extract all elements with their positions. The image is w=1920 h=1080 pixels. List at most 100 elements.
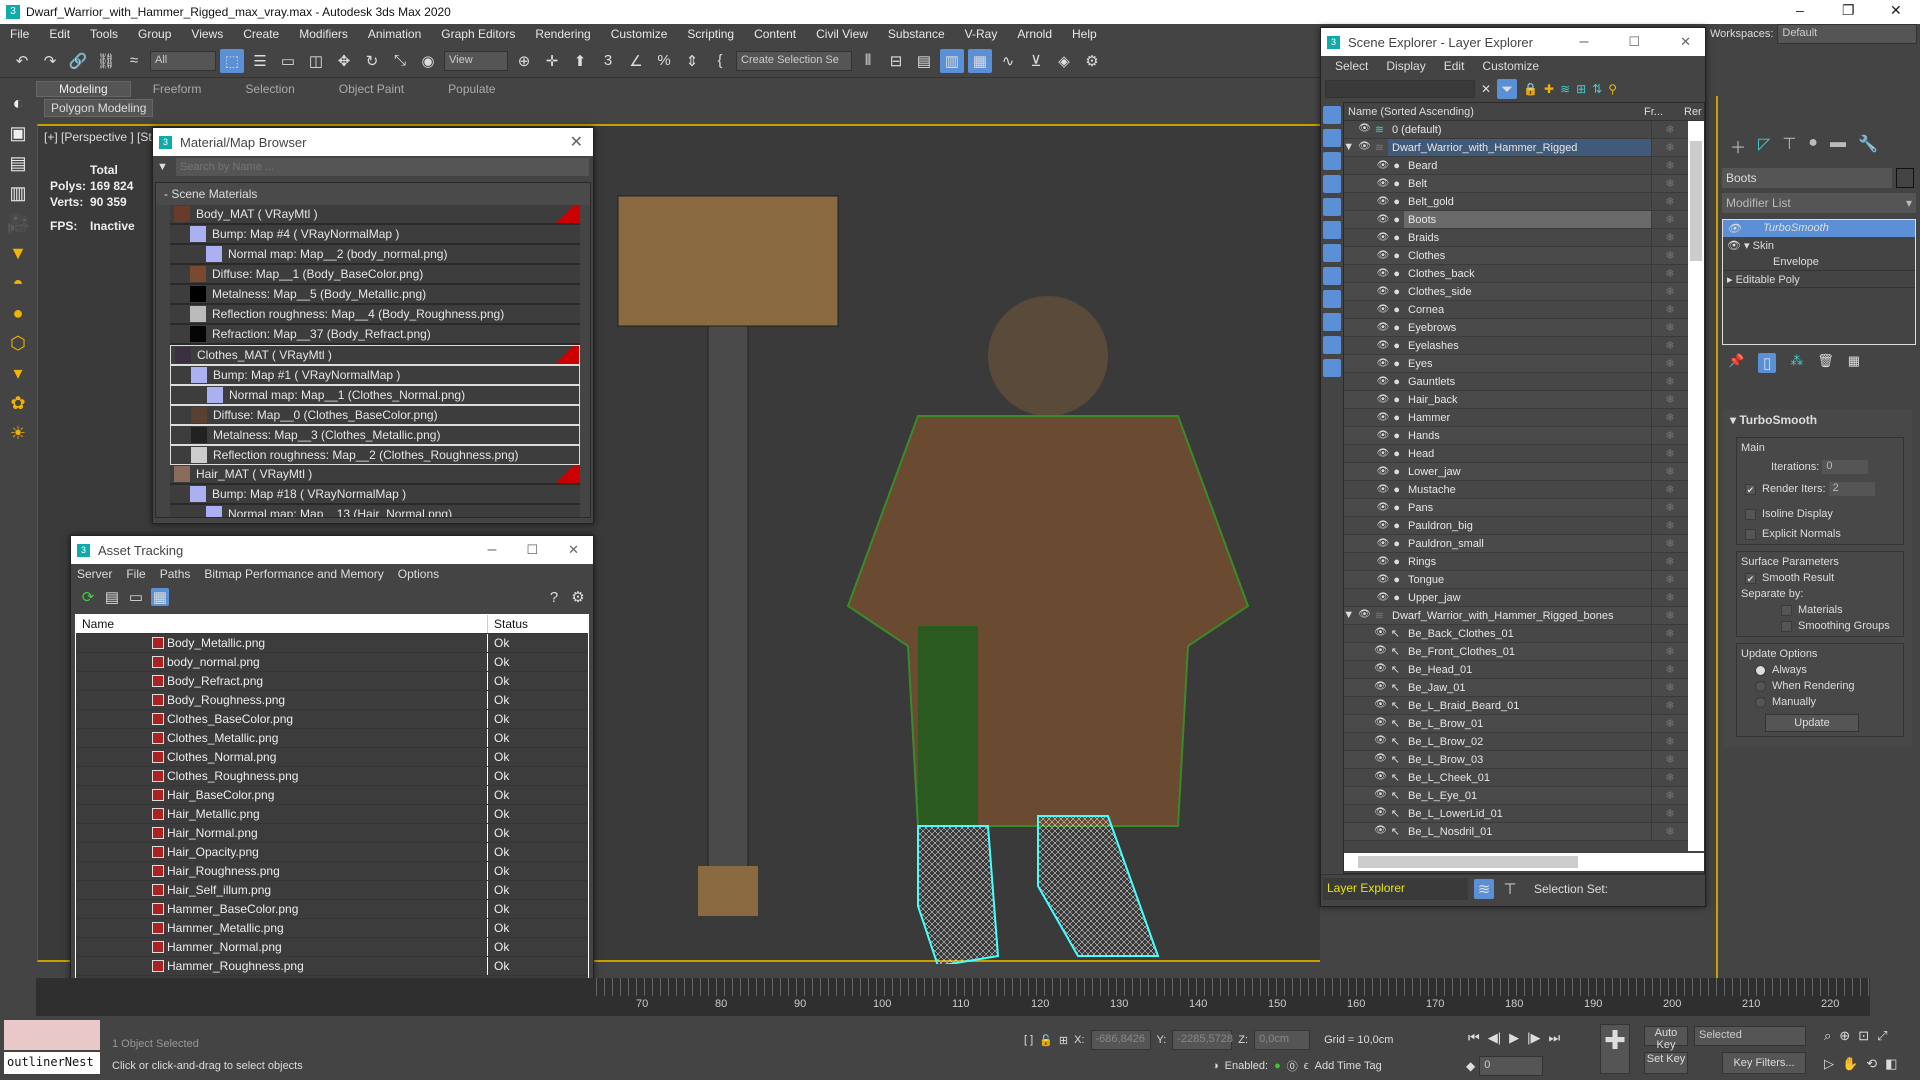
layers-icon[interactable]: ≋ xyxy=(1560,82,1570,96)
iterations-spinner[interactable]: 0 xyxy=(1822,460,1869,474)
hierarchy-mode-icon[interactable]: ⊤ xyxy=(1500,879,1520,899)
stack-item-editable-poly[interactable]: ▸ Editable Poly xyxy=(1723,271,1915,288)
object-row[interactable]: 👁 ● Boots ❄ xyxy=(1344,211,1688,229)
show-end-result-icon[interactable]: ▯ xyxy=(1758,353,1777,373)
col-name-sorted[interactable]: Name (Sorted Ascending) xyxy=(1344,106,1644,118)
visibility-eye-icon[interactable]: 👁 xyxy=(1377,196,1390,208)
menu-customize[interactable]: Customize xyxy=(601,27,678,41)
asset-row[interactable]: Body_Metallic.png Ok xyxy=(76,634,588,653)
prev-frame-icon[interactable]: ◀| xyxy=(1488,1030,1501,1046)
object-row[interactable]: 👁 ● Hair_back ❄ xyxy=(1344,391,1688,409)
sort-icon[interactable]: ⇅ xyxy=(1592,82,1602,96)
smoothing-groups-checkbox[interactable] xyxy=(1781,620,1792,632)
move-icon[interactable]: ✥ xyxy=(332,49,356,73)
freeze-icon[interactable]: ❄ xyxy=(1652,159,1688,172)
play-icon[interactable]: ▶ xyxy=(1509,1030,1519,1046)
asset-row[interactable]: Clothes_Roughness.png Ok xyxy=(76,767,588,786)
materials-checkbox[interactable] xyxy=(1781,604,1792,616)
explorer-menu-edit[interactable]: Edit xyxy=(1444,59,1465,73)
asset-row[interactable]: Hammer_BaseColor.png Ok xyxy=(76,900,588,919)
visibility-eye-icon[interactable]: 👁 xyxy=(1377,340,1390,352)
update-button[interactable]: Update xyxy=(1765,714,1859,732)
material-editor-icon[interactable]: ◈ xyxy=(1052,49,1076,73)
menu-group[interactable]: Group xyxy=(128,27,181,41)
display-helpers-icon[interactable] xyxy=(1323,198,1341,216)
material-item[interactable]: Hair_MAT ( VRayMtl ) xyxy=(170,465,580,485)
bind-spacewarp-icon[interactable]: ≈ xyxy=(122,49,146,73)
menu-file[interactable]: File xyxy=(0,27,39,41)
lock-icon[interactable]: 🔒 xyxy=(1523,82,1538,96)
auto-key-button[interactable]: Auto Key xyxy=(1644,1026,1688,1051)
motion-tab-icon[interactable]: ● xyxy=(1808,134,1818,158)
visibility-eye-icon[interactable]: 👁 xyxy=(1374,699,1387,712)
menu-content[interactable]: Content xyxy=(744,27,806,41)
close-icon[interactable]: ✕ xyxy=(1680,34,1691,50)
undo-icon[interactable]: ↶ xyxy=(10,49,34,73)
options-arrow-icon[interactable]: ▼ xyxy=(157,161,168,173)
link-icon[interactable]: 🔗 xyxy=(66,49,90,73)
visibility-eye-icon[interactable]: 👁 xyxy=(1374,735,1387,748)
eye-icon[interactable]: 👁 xyxy=(1727,240,1741,252)
maximize-viewport-icon[interactable]: ⤢ xyxy=(1877,1028,1887,1044)
ribbon-tab-modeling[interactable]: Modeling xyxy=(36,81,131,97)
bone-row[interactable]: 👁 ↖ Be_Front_Clothes_01 ❄ xyxy=(1344,643,1688,661)
freeze-icon[interactable]: ❄ xyxy=(1652,195,1688,208)
freeze-icon[interactable]: ❄ xyxy=(1652,789,1688,802)
visibility-eye-icon[interactable]: 👁 xyxy=(1374,681,1387,694)
freeze-icon[interactable]: ❄ xyxy=(1652,393,1688,406)
key-mode-dropdown[interactable]: Selected xyxy=(1694,1026,1806,1046)
enabled-indicator-icon[interactable]: ● xyxy=(1274,1060,1281,1072)
display-cameras-icon[interactable] xyxy=(1323,175,1341,193)
vertical-scrollbar[interactable] xyxy=(1688,121,1704,851)
add-time-tag-button[interactable]: Add Time Tag xyxy=(1315,1060,1382,1072)
asset-row[interactable]: Hair_Roughness.png Ok xyxy=(76,862,588,881)
spinner-snap-icon[interactable]: ⇕ xyxy=(680,49,704,73)
visibility-eye-icon[interactable]: 👁 xyxy=(1377,502,1390,514)
smooth-result-checkbox[interactable]: ✔ xyxy=(1745,572,1756,584)
visibility-eye-icon[interactable]: 👁 xyxy=(1374,753,1387,766)
clear-search-icon[interactable]: ✕ xyxy=(1481,82,1491,96)
close-icon[interactable]: ✕ xyxy=(568,542,579,558)
object-color-swatch[interactable] xyxy=(1896,168,1914,188)
viewport-orbit-icon[interactable]: ◐ xyxy=(7,92,29,114)
minimize-icon[interactable]: – xyxy=(488,541,497,559)
object-row[interactable]: 👁 ● Clothes ❄ xyxy=(1344,247,1688,265)
freeze-icon[interactable]: ❄ xyxy=(1652,465,1688,478)
menu-scripting[interactable]: Scripting xyxy=(677,27,744,41)
select-manipulate-icon[interactable]: ✛ xyxy=(540,49,564,73)
freeze-icon[interactable]: ❄ xyxy=(1652,807,1688,820)
key-filters-button[interactable]: Key Filters... xyxy=(1722,1052,1806,1074)
object-row[interactable]: 👁 ● Lower_jaw ❄ xyxy=(1344,463,1688,481)
z-coord-field[interactable]: 0,0cm xyxy=(1254,1030,1311,1050)
asset-row[interactable]: Hammer_Normal.png Ok xyxy=(76,938,588,957)
rollout-title[interactable]: ▾ TurboSmooth xyxy=(1722,409,1912,431)
toggle-ribbon-icon[interactable]: ▦ xyxy=(968,48,992,73)
visibility-eye-icon[interactable]: 👁 xyxy=(1377,250,1390,262)
menu-arnold[interactable]: Arnold xyxy=(1007,27,1062,41)
asset-row[interactable]: Hair_Opacity.png Ok xyxy=(76,843,588,862)
visibility-eye-icon[interactable]: 👁 xyxy=(1374,663,1387,676)
modifier-list-dropdown[interactable]: Modifier List ▾ xyxy=(1722,193,1916,213)
visibility-eye-icon[interactable]: 👁 xyxy=(1377,448,1390,460)
snaps-toggle-icon[interactable]: 3 xyxy=(596,49,620,73)
scale-icon[interactable]: ⤡ xyxy=(388,49,412,73)
manually-radio[interactable] xyxy=(1755,696,1766,708)
visibility-eye-icon[interactable]: 👁 xyxy=(1374,627,1387,640)
asset-row[interactable]: Body_Roughness.png Ok xyxy=(76,691,588,710)
map-item[interactable]: Diffuse: Map__0 (Clothes_BaseColor.png) xyxy=(170,405,580,425)
map-item[interactable]: Refraction: Map__37 (Body_Refract.png) xyxy=(170,325,580,345)
object-row[interactable]: 👁 ● Eyes ❄ xyxy=(1344,355,1688,373)
menu-substance[interactable]: Substance xyxy=(878,27,955,41)
menu-modifiers[interactable]: Modifiers xyxy=(289,27,358,41)
horizontal-scrollbar[interactable] xyxy=(1344,853,1704,871)
keyboard-shortcut-icon[interactable]: ⬆ xyxy=(568,49,592,73)
omni-light-icon[interactable]: ✿ xyxy=(7,392,29,414)
container-icon[interactable]: ▣ xyxy=(7,122,29,144)
hierarchy-tab-icon[interactable]: ⊤ xyxy=(1782,134,1796,158)
fov-icon[interactable]: ▷ xyxy=(1824,1056,1834,1072)
curve-editor-icon[interactable]: ∿ xyxy=(996,49,1020,73)
scene-materials-header[interactable]: - Scene Materials xyxy=(156,183,590,205)
bone-row[interactable]: 👁 ↖ Be_L_Brow_03 ❄ xyxy=(1344,751,1688,769)
select-object-icon[interactable]: ⬚ xyxy=(220,48,244,73)
col-name[interactable]: Name xyxy=(76,615,488,633)
